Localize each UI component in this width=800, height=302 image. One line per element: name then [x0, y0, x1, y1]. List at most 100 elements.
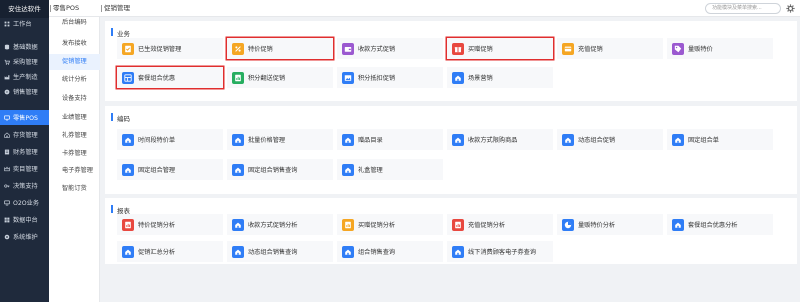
menu-tile[interactable]: 动态组合销售查询 — [227, 241, 333, 262]
menu-tile[interactable]: 买赠促销分析 — [337, 214, 443, 235]
subnav-item[interactable]: 发布接收 — [49, 36, 100, 52]
menu-tile[interactable]: 套餐组合优惠 — [117, 67, 223, 88]
section-title: 编码 — [111, 113, 130, 123]
subnav-item[interactable]: 设备支持 — [49, 91, 100, 107]
percent-icon — [232, 42, 244, 55]
menu-tile[interactable]: 固定组合单 — [667, 129, 773, 150]
menu-tile[interactable]: 固定组合管理 — [117, 159, 223, 180]
tile-label: 动态组合促销 — [578, 137, 616, 144]
menu-tile[interactable]: 固定组合销售查询 — [227, 159, 333, 180]
tag-icon — [672, 42, 684, 55]
menu-tile[interactable]: 时间段特价单 — [117, 129, 223, 150]
svg-text:¥: ¥ — [6, 90, 8, 94]
sidebar-item-label: 生产制造 — [13, 74, 38, 81]
menu-tile[interactable]: 组合销售查询 — [337, 241, 443, 262]
tile-label: 特价促销 — [248, 46, 273, 53]
sidebar-item-label: 采购管理 — [13, 59, 38, 66]
section-reports: 报表 特价促销分析 收款方式促销分析 买赠促销分析 充值促销分析 量贩特价分析 套餐组合优… — [105, 198, 797, 264]
menu-tile[interactable]: 赠品目录 — [337, 129, 443, 150]
home-icon — [452, 71, 464, 84]
bundle-icon — [122, 71, 134, 84]
menu-tile[interactable]: 批量价格管理 — [227, 129, 333, 150]
menu-tile[interactable]: 礼盒管理 — [337, 159, 443, 180]
tile-label: 赠品目录 — [358, 137, 383, 144]
sidebar-item[interactable]: 工作台 — [0, 16, 49, 31]
home-icon — [452, 245, 464, 258]
sidebar-item[interactable]: ¥ 销售管理 — [0, 84, 49, 99]
menu-tile[interactable]: 量贩特价 — [667, 38, 773, 59]
menu-tile[interactable]: 套餐组合优惠分析 — [667, 214, 773, 235]
sidebar-item-label: O2O业务 — [13, 200, 40, 207]
menu-tile[interactable]: 量贩特价分析 — [557, 214, 663, 235]
menu-tile[interactable]: 收款方式限购商品 — [447, 129, 553, 150]
main-content: 业务 已生效促销管理 特价促销 收款方式促销 买赠促销 充值促销 量贩特价套餐组合优惠 积分… — [100, 17, 800, 302]
tile-label: 套餐组合优惠 — [138, 75, 176, 82]
crown-icon — [4, 166, 10, 172]
subnav-item[interactable]: 电子券管理 — [49, 163, 100, 179]
section-title: 业务 — [111, 28, 130, 38]
tile-label: 积分抵扣促销 — [358, 75, 396, 82]
tab-promotion-management[interactable]: 促销管理 — [101, 0, 130, 17]
tile-label: 充值促销 — [578, 46, 603, 53]
tile-label: 量贩特价 — [688, 46, 713, 53]
sidebar-item-label: 奕目管理 — [13, 166, 38, 173]
sidebar-item-label: 零售POS — [13, 115, 38, 122]
chart-doc-icon — [342, 218, 354, 231]
key-icon — [4, 183, 10, 189]
tile-label: 固定组合管理 — [138, 167, 176, 174]
chart-doc-icon — [232, 71, 244, 84]
subnav-item[interactable]: 智能订货 — [49, 181, 100, 197]
menu-tile[interactable]: 充值促销 — [557, 38, 663, 59]
top-bar: 零售POS 促销管理 功能模块及菜单搜索... — [49, 0, 800, 17]
sidebar-item[interactable]: 基础数据 — [0, 39, 49, 54]
menu-tile[interactable]: 场景营销 — [447, 67, 553, 88]
tile-label: 充值促销分析 — [468, 222, 506, 229]
menu-tile[interactable]: 特价促销 — [227, 38, 333, 59]
sidebar-item[interactable]: 数据中台 — [0, 212, 49, 227]
menu-tile[interactable]: 收款方式促销 — [337, 38, 443, 59]
image-icon — [342, 71, 354, 84]
subnav-item[interactable]: 统计分析 — [49, 72, 100, 88]
sidebar-item[interactable]: 奕目管理 — [0, 161, 49, 176]
card-icon — [562, 42, 574, 55]
menu-tile[interactable]: 已生效促销管理 — [117, 38, 223, 59]
tile-label: 买赠促销分析 — [358, 222, 396, 229]
menu-tile[interactable]: 积分翻送促销 — [227, 67, 333, 88]
sidebar-item[interactable]: 采购管理 — [0, 54, 49, 69]
sidebar-item[interactable]: 存货管理 — [0, 127, 49, 142]
menu-tile[interactable]: 特价促销分析 — [117, 214, 223, 235]
tile-label: 动态组合销售查询 — [248, 249, 298, 256]
sidebar-item[interactable]: O2O业务 — [0, 195, 49, 210]
search-input[interactable]: 功能模块及菜单搜索... — [705, 3, 781, 14]
sidebar-item[interactable]: 系统维护 — [0, 229, 49, 244]
menu-tile[interactable]: 促销汇总分析 — [117, 241, 223, 262]
sidebar-item-label: 基础数据 — [13, 44, 38, 51]
tile-label: 收款方式限购商品 — [468, 137, 518, 144]
subnav-item[interactable]: 礼券管理 — [49, 128, 100, 144]
sidebar-item[interactable]: 零售POS — [0, 110, 49, 125]
menu-tile[interactable]: 动态组合促销 — [557, 129, 663, 150]
menu-tile[interactable]: 收款方式促销分析 — [227, 214, 333, 235]
database-icon — [4, 44, 10, 50]
chart-doc-icon — [452, 218, 464, 231]
home-icon — [122, 133, 134, 146]
subnav-item[interactable]: 促销管理 — [49, 54, 100, 70]
menu-tile[interactable]: 线下消费顾客电子券查询 — [447, 241, 553, 262]
sidebar-item[interactable]: 生产制造 — [0, 69, 49, 84]
gear-icon — [4, 234, 10, 240]
subnav-item[interactable]: 卡券管理 — [49, 146, 100, 162]
menu-tile[interactable]: 买赠促销 — [447, 38, 553, 59]
sidebar-item[interactable]: 决策支持 — [0, 178, 49, 193]
subnav-item[interactable]: 后台编码 — [49, 15, 100, 31]
grid-icon — [4, 21, 10, 27]
section-coding: 编码 时间段特价单 批量价格管理 赠品目录 收款方式限购商品 动态组合促销 固定组合单固定… — [105, 106, 797, 194]
menu-tile[interactable]: 充值促销分析 — [447, 214, 553, 235]
settings-icon[interactable] — [785, 3, 796, 14]
tab-retail-pos[interactable]: 零售POS — [49, 0, 79, 17]
main-sidebar: 安住达软件 工作台 基础数据 采购管理 生产制造 ¥ 销售管理 零售POS 存货管理 财务管理奕… — [0, 0, 49, 302]
cart-icon — [4, 59, 10, 65]
sidebar-item[interactable]: 财务管理 — [0, 144, 49, 159]
tile-label: 固定组合单 — [688, 137, 719, 144]
menu-tile[interactable]: 积分抵扣促销 — [337, 67, 443, 88]
subnav-item[interactable]: 业绩管理 — [49, 110, 100, 126]
